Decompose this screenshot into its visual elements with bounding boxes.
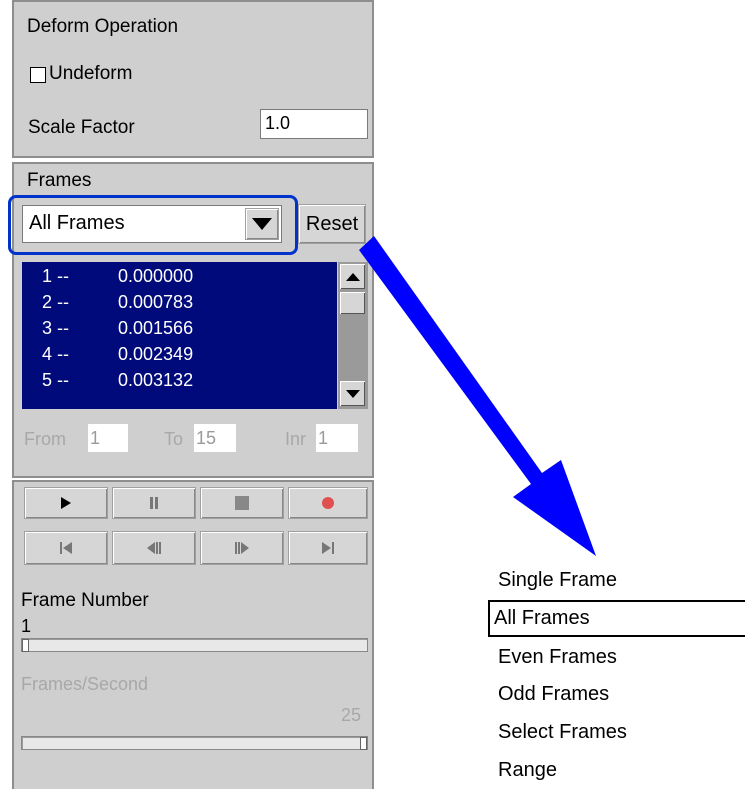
- to-label: To: [164, 429, 184, 449]
- step-forward-button[interactable]: [200, 531, 284, 565]
- frame-number-value: 1: [21, 616, 32, 636]
- frame-number-label: Frame Number: [21, 590, 149, 611]
- frame-index: 3 --: [42, 318, 69, 338]
- frame-number-slider[interactable]: [21, 638, 368, 652]
- frame-index: 2 --: [42, 292, 69, 312]
- scroll-down-button[interactable]: [340, 381, 365, 406]
- deform-operation-panel: Deform Operation Undeform Scale Factor 1…: [12, 0, 374, 158]
- frame-time: 0.003132: [118, 370, 194, 390]
- frame-time: 0.000783: [118, 292, 194, 312]
- pause-icon: [150, 497, 158, 509]
- list-item[interactable]: 2 -- 0.000783: [22, 291, 337, 314]
- stop-button[interactable]: [200, 487, 284, 519]
- play-button[interactable]: [24, 487, 108, 519]
- fps-slider-thumb[interactable]: [360, 737, 367, 750]
- to-input[interactable]: 15: [194, 424, 236, 452]
- from-input[interactable]: 1: [88, 424, 128, 452]
- popup-option-select-frames[interactable]: Select Frames: [488, 714, 745, 751]
- fps-slider[interactable]: [21, 736, 368, 750]
- frame-list-scrollbar[interactable]: [338, 262, 368, 409]
- scale-factor-label: Scale Factor: [28, 117, 135, 138]
- popup-option-all-frames[interactable]: All Frames: [488, 600, 745, 637]
- last-frame-icon: [322, 542, 334, 554]
- arrow-up-icon: [345, 272, 360, 281]
- reset-button-label: Reset: [305, 212, 359, 235]
- frame-index: 1 --: [42, 266, 69, 286]
- deform-panel-title: Deform Operation: [27, 16, 179, 37]
- list-item[interactable]: 5 -- 0.003132: [22, 369, 337, 392]
- fps-value: 25: [341, 705, 362, 725]
- scroll-up-button[interactable]: [340, 264, 365, 289]
- last-frame-button[interactable]: [288, 531, 368, 565]
- arrow-shape: [359, 236, 596, 556]
- frame-index: 4 --: [42, 344, 69, 364]
- reset-button[interactable]: Reset: [298, 204, 366, 244]
- undeform-label: Undeform: [49, 63, 133, 84]
- frame-time: 0.000000: [118, 266, 194, 286]
- popup-option-even-frames[interactable]: Even Frames: [488, 639, 745, 676]
- list-item[interactable]: 1 -- 0.000000: [22, 265, 337, 288]
- undeform-checkbox[interactable]: [30, 67, 46, 83]
- frame-time: 0.001566: [118, 318, 194, 338]
- first-frame-button[interactable]: [24, 531, 108, 565]
- popup-option-single-frame[interactable]: Single Frame: [488, 562, 745, 599]
- record-icon: [322, 497, 334, 509]
- from-label: From: [24, 429, 66, 449]
- list-item[interactable]: 3 -- 0.001566: [22, 317, 337, 340]
- inr-input[interactable]: 1: [316, 424, 358, 452]
- step-back-icon: [147, 542, 161, 554]
- inr-label: Inr: [285, 429, 307, 449]
- fps-label: Frames/Second: [21, 674, 149, 694]
- popup-option-range[interactable]: Range: [488, 752, 745, 789]
- dropdown-highlight-outline: [8, 195, 298, 255]
- frame-index: 5 --: [42, 370, 69, 390]
- frames-dropdown-popup: Single Frame All Frames Even Frames Odd …: [488, 562, 745, 789]
- step-back-button[interactable]: [112, 531, 196, 565]
- play-icon: [61, 497, 71, 509]
- list-item[interactable]: 4 -- 0.002349: [22, 343, 337, 366]
- first-frame-icon: [60, 542, 72, 554]
- scroll-thumb[interactable]: [340, 292, 365, 314]
- popup-option-odd-frames[interactable]: Odd Frames: [488, 676, 745, 713]
- scale-factor-input[interactable]: 1.0: [260, 109, 368, 139]
- frames-panel-title: Frames: [27, 170, 92, 191]
- record-button[interactable]: [288, 487, 368, 519]
- pause-button[interactable]: [112, 487, 196, 519]
- step-forward-icon: [235, 542, 249, 554]
- frame-list[interactable]: 1 -- 0.000000 2 -- 0.000783 3 -- 0.00156…: [22, 262, 337, 409]
- frame-time: 0.002349: [118, 344, 194, 364]
- arrow-down-icon: [345, 389, 360, 398]
- frame-slider-thumb[interactable]: [22, 639, 29, 652]
- stop-icon: [235, 496, 249, 510]
